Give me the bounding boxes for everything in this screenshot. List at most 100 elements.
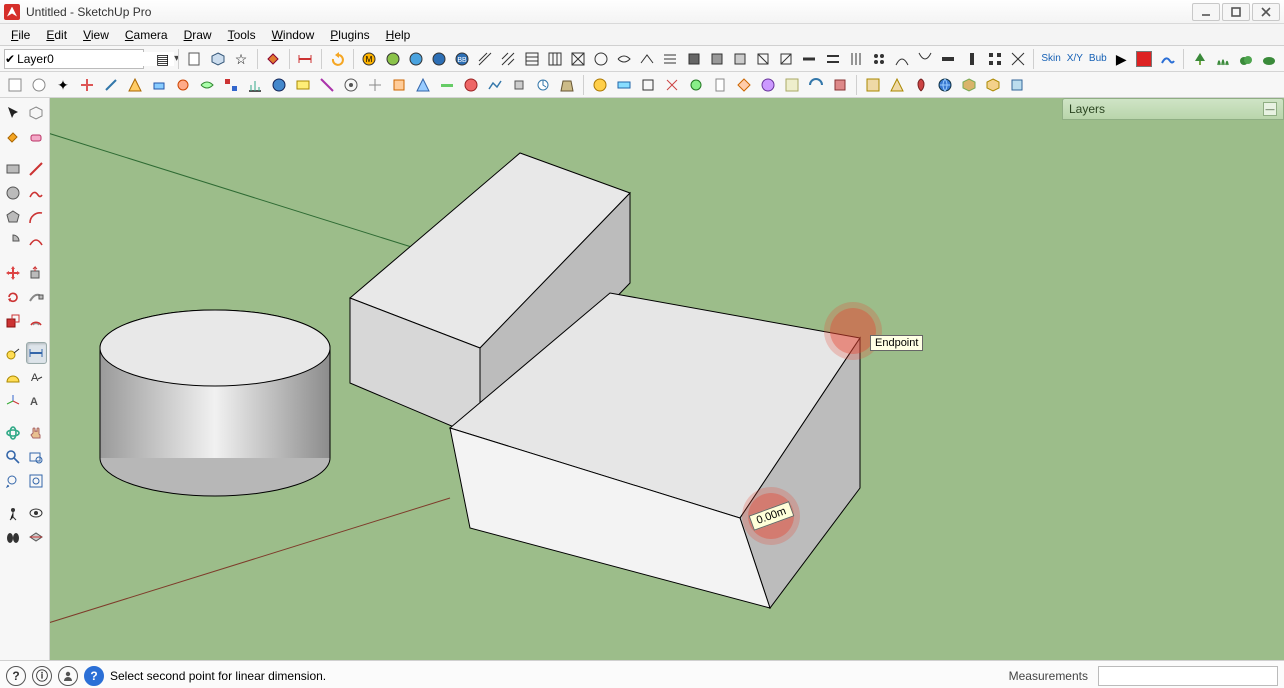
freehand-tool[interactable]	[26, 182, 48, 204]
geo-location-button[interactable]: ?	[6, 666, 26, 686]
measurements-input[interactable]	[1098, 666, 1278, 686]
zoom-tool[interactable]	[2, 446, 24, 468]
pattern-08[interactable]	[637, 48, 658, 70]
r2-btn-03[interactable]: ✦	[52, 74, 74, 96]
r2-btn-12[interactable]	[268, 74, 290, 96]
layers-panel[interactable]: Layers —	[1062, 98, 1284, 120]
menu-plugins[interactable]: Plugins	[322, 26, 377, 44]
component-button[interactable]	[207, 48, 228, 70]
pie-tool[interactable]	[2, 230, 24, 252]
r2-btn-09[interactable]	[196, 74, 218, 96]
skin-button[interactable]: Skin	[1039, 48, 1062, 70]
pattern-10[interactable]	[683, 48, 704, 70]
r2-btn-01[interactable]	[4, 74, 26, 96]
menu-help[interactable]: Help	[378, 26, 419, 44]
r2-btn-15[interactable]	[340, 74, 362, 96]
r2-btn-05[interactable]	[100, 74, 122, 96]
pattern-14[interactable]	[776, 48, 797, 70]
section-plane-tool[interactable]	[26, 526, 48, 548]
r2-btn-32[interactable]	[757, 74, 779, 96]
orbit-tool[interactable]	[2, 422, 24, 444]
credits-button[interactable]: ⓘ	[32, 666, 52, 686]
menu-camera[interactable]: Camera	[117, 26, 176, 44]
2pt-arc-tool[interactable]	[26, 230, 48, 252]
r2-btn-42[interactable]	[1006, 74, 1028, 96]
pushpull-tool[interactable]	[26, 262, 48, 284]
pan-tool[interactable]	[26, 422, 48, 444]
menu-edit[interactable]: Edit	[38, 26, 75, 44]
axes-tool[interactable]	[2, 390, 24, 412]
followme-tool[interactable]	[26, 286, 48, 308]
stop-record-button[interactable]	[1134, 48, 1155, 70]
look-around-tool[interactable]	[26, 502, 48, 524]
eraser-tool[interactable]	[26, 126, 48, 148]
favorite-button[interactable]: ☆	[230, 48, 251, 70]
protractor-tool[interactable]	[2, 366, 24, 388]
undo-button[interactable]	[327, 48, 348, 70]
viewport[interactable]: Endpoint 0.00m Layers —	[50, 98, 1284, 660]
offset-tool[interactable]	[26, 310, 48, 332]
pattern-02[interactable]	[498, 48, 519, 70]
polygon-tool[interactable]	[2, 206, 24, 228]
position-camera-tool[interactable]	[2, 502, 24, 524]
make-component-tool[interactable]	[26, 102, 48, 124]
r2-btn-37[interactable]	[886, 74, 908, 96]
r2-btn-23[interactable]	[532, 74, 554, 96]
r2-btn-35[interactable]	[829, 74, 851, 96]
pattern-20[interactable]	[915, 48, 936, 70]
walk-tool[interactable]	[2, 526, 24, 548]
dimension-tool-button[interactable]	[295, 48, 316, 70]
r2-btn-28[interactable]	[661, 74, 683, 96]
style-05[interactable]: BB	[451, 48, 472, 70]
r2-btn-31[interactable]	[733, 74, 755, 96]
rectangle-tool[interactable]	[2, 158, 24, 180]
pattern-04[interactable]	[544, 48, 565, 70]
select-tool[interactable]	[2, 102, 24, 124]
pattern-11[interactable]	[706, 48, 727, 70]
zoom-window-tool[interactable]	[26, 446, 48, 468]
pattern-15[interactable]	[799, 48, 820, 70]
pattern-24[interactable]	[1007, 48, 1028, 70]
xy-button[interactable]: X/Y	[1065, 48, 1085, 70]
snake-button[interactable]	[1157, 48, 1178, 70]
pattern-21[interactable]	[938, 48, 959, 70]
pattern-22[interactable]	[961, 48, 982, 70]
scale-tool[interactable]	[2, 310, 24, 332]
r2-btn-29[interactable]	[685, 74, 707, 96]
paint-bucket-button[interactable]	[263, 48, 284, 70]
zoom-extents-tool[interactable]	[26, 470, 48, 492]
layers-panel-toggle[interactable]: —	[1263, 102, 1277, 116]
r2-btn-02[interactable]	[28, 74, 50, 96]
pattern-07[interactable]	[614, 48, 635, 70]
move-tool[interactable]	[2, 262, 24, 284]
menu-file[interactable]: File	[3, 26, 38, 44]
new-model-button[interactable]	[184, 48, 205, 70]
arc-tool[interactable]	[26, 206, 48, 228]
play-button[interactable]: ▶	[1111, 48, 1132, 70]
r2-btn-39[interactable]	[934, 74, 956, 96]
r2-btn-11[interactable]	[244, 74, 266, 96]
pattern-23[interactable]	[984, 48, 1005, 70]
menu-tools[interactable]: Tools	[220, 26, 264, 44]
menu-draw[interactable]: Draw	[176, 26, 220, 44]
r2-btn-17[interactable]	[388, 74, 410, 96]
r2-btn-10[interactable]	[220, 74, 242, 96]
bubble-button[interactable]: Bub	[1087, 48, 1109, 70]
tape-measure-tool[interactable]	[2, 342, 24, 364]
shrub-button[interactable]	[1259, 48, 1280, 70]
r2-btn-06[interactable]	[124, 74, 146, 96]
r2-btn-13[interactable]	[292, 74, 314, 96]
r2-btn-30[interactable]	[709, 74, 731, 96]
tree-button[interactable]	[1189, 48, 1210, 70]
r2-btn-38[interactable]	[910, 74, 932, 96]
pattern-01[interactable]	[475, 48, 496, 70]
menu-view[interactable]: View	[75, 26, 117, 44]
pattern-12[interactable]	[729, 48, 750, 70]
menu-window[interactable]: Window	[264, 26, 323, 44]
r2-btn-07[interactable]	[148, 74, 170, 96]
r2-btn-20[interactable]	[460, 74, 482, 96]
style-04[interactable]	[428, 48, 449, 70]
pattern-19[interactable]	[891, 48, 912, 70]
r2-btn-26[interactable]	[613, 74, 635, 96]
layer-selector[interactable]: ✔ ▾	[4, 49, 144, 69]
